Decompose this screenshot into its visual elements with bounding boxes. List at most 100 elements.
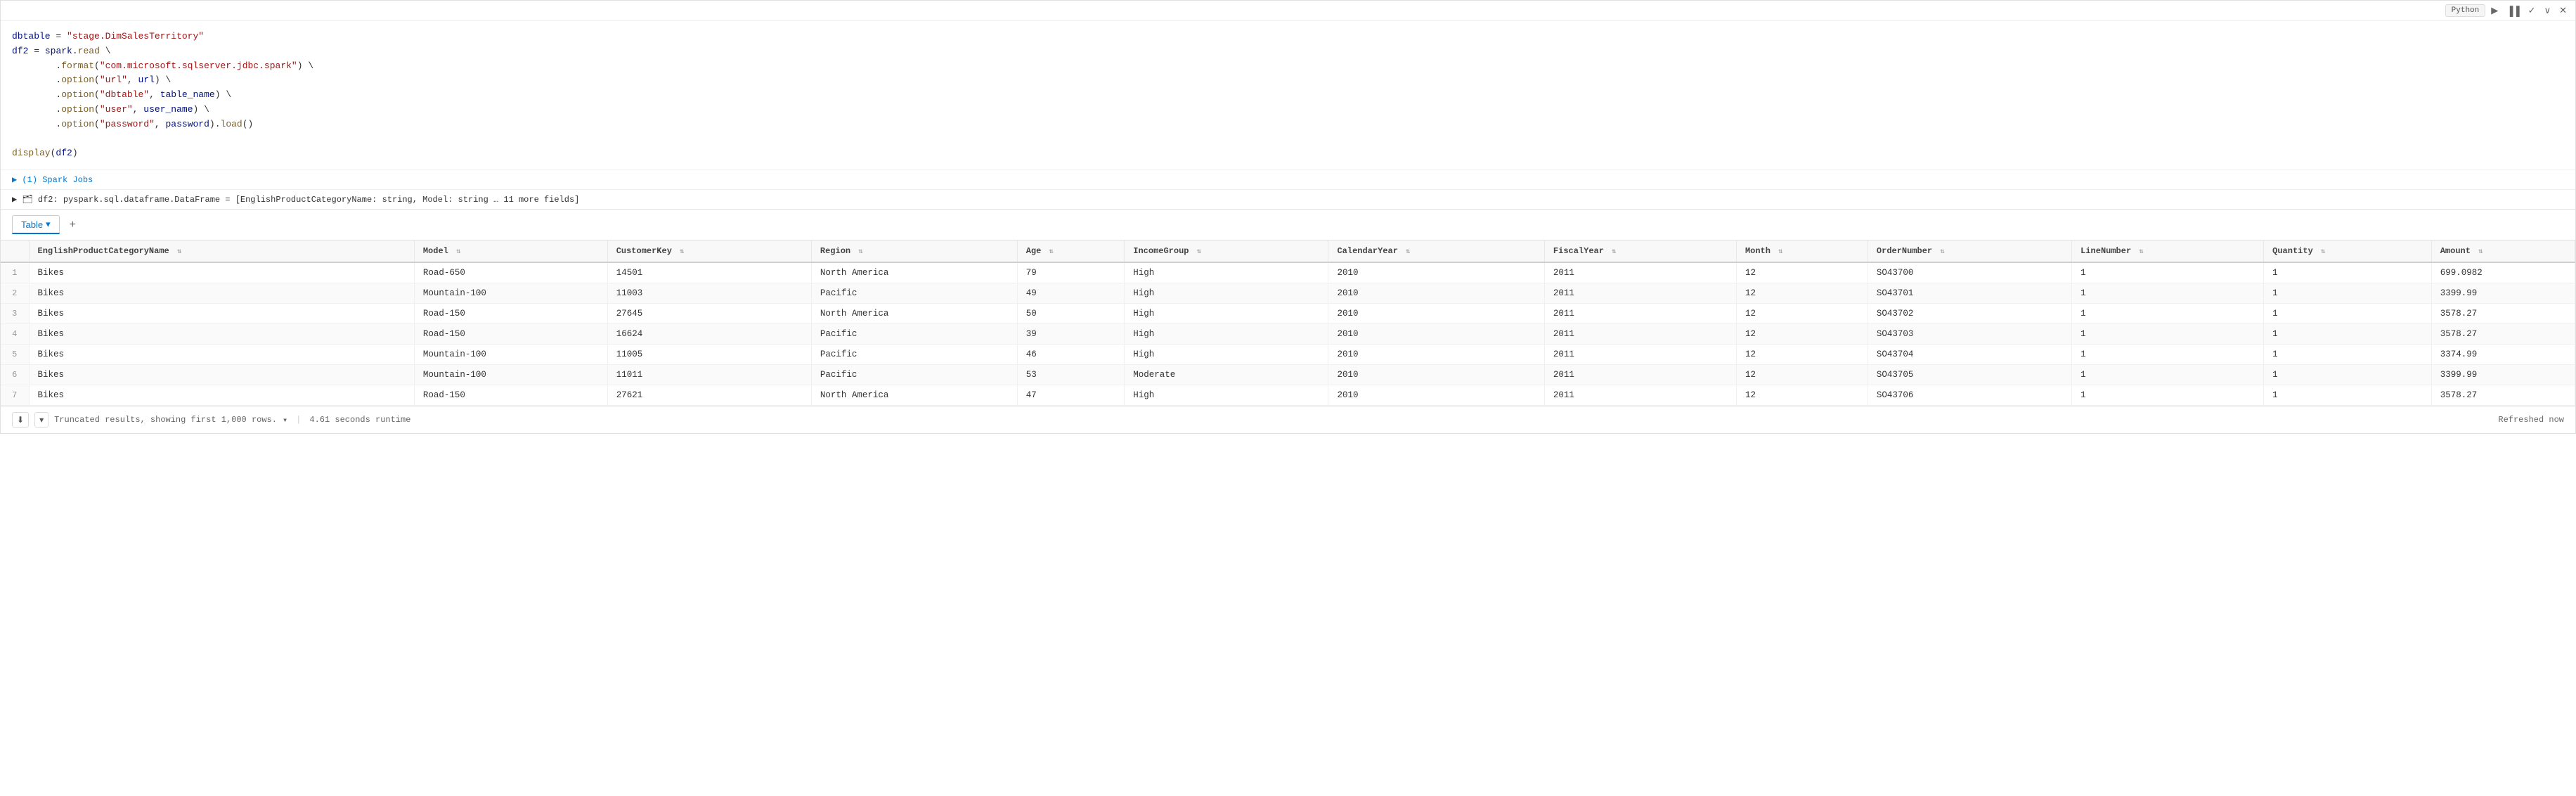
col-header-line-number[interactable]: LineNumber ⇅ [2072, 240, 2264, 262]
col-header-model[interactable]: Model ⇅ [414, 240, 607, 262]
cell-region: Pacific [811, 345, 1017, 365]
cell-fiscalyear: 2011 [1544, 283, 1736, 304]
cell-calendaryear: 2010 [1328, 283, 1544, 304]
cell-region: North America [811, 385, 1017, 406]
expand-button[interactable]: ▾ [34, 412, 48, 428]
table-tab-label: Table [21, 219, 43, 230]
cell-incomegroup: High [1125, 324, 1328, 345]
cell-quantity: 1 [2264, 345, 2432, 365]
run-button[interactable]: ▶ [2488, 4, 2501, 18]
df-info-row[interactable]: ▶ 🗂 df2: pyspark.sql.dataframe.DataFrame… [1, 189, 2575, 209]
cell-customerkey: 16624 [607, 324, 811, 345]
cell-model: Mountain-100 [414, 345, 607, 365]
cell-region: North America [811, 262, 1017, 283]
code-line-6: .option("user", user_name) \ [12, 103, 2564, 117]
cell-age: 47 [1017, 385, 1125, 406]
footer-left: ⬇ ▾ Truncated results, showing first 1,0… [12, 412, 410, 428]
code-line-blank [12, 132, 2564, 147]
cell-calendaryear: 2010 [1328, 262, 1544, 283]
cell-model: Mountain-100 [414, 283, 607, 304]
cell-amount: 3399.99 [2431, 283, 2575, 304]
cell-fiscalyear: 2011 [1544, 345, 1736, 365]
col-header-calendar-year[interactable]: CalendarYear ⇅ [1328, 240, 1544, 262]
cell-amount: 3578.27 [2431, 385, 2575, 406]
cell-calendaryear: 2010 [1328, 345, 1544, 365]
table-row: 7BikesRoad-15027621North America47High20… [1, 385, 2575, 406]
row-number-cell: 2 [1, 283, 29, 304]
cell-amount: 699.0982 [2431, 262, 2575, 283]
col-header-fiscal-year[interactable]: FiscalYear ⇅ [1544, 240, 1736, 262]
code-line-5: .option("dbtable", table_name) \ [12, 88, 2564, 103]
footer-right: Refreshed now [2498, 415, 2564, 425]
cell-incomegroup: High [1125, 262, 1328, 283]
row-number-cell: 5 [1, 345, 29, 365]
cell-ordernumber: SO43704 [1868, 345, 2071, 365]
cell-incomegroup: High [1125, 283, 1328, 304]
table-row: 4BikesRoad-15016624Pacific39High20102011… [1, 324, 2575, 345]
code-line-7: .option("password", password).load() [12, 117, 2564, 132]
col-header-income-group[interactable]: IncomeGroup ⇅ [1125, 240, 1328, 262]
cell-incomegroup: High [1125, 385, 1328, 406]
cell-age: 50 [1017, 304, 1125, 324]
cell-englishproductcategoryname: Bikes [29, 283, 414, 304]
cell-model: Road-150 [414, 324, 607, 345]
cell-englishproductcategoryname: Bikes [29, 262, 414, 283]
code-line-1: dbtable = "stage.DimSalesTerritory" [12, 30, 2564, 44]
cell-month: 12 [1736, 324, 1868, 345]
cell-ordernumber: SO43705 [1868, 365, 2071, 385]
cell-quantity: 1 [2264, 304, 2432, 324]
table-tab[interactable]: Table ▾ [12, 215, 60, 234]
cell-linenumber: 1 [2072, 385, 2264, 406]
close-button[interactable]: ✕ [2556, 4, 2570, 18]
row-number-cell: 7 [1, 385, 29, 406]
col-header-english-product-category-name[interactable]: EnglishProductCategoryName ⇅ [29, 240, 414, 262]
code-line-display: display(df2) [12, 146, 2564, 161]
cell-linenumber: 1 [2072, 345, 2264, 365]
cell-month: 12 [1736, 385, 1868, 406]
refreshed-text: Refreshed now [2498, 415, 2564, 425]
table-row: 5BikesMountain-10011005Pacific46High2010… [1, 345, 2575, 365]
cell-customerkey: 14501 [607, 262, 811, 283]
cell-customerkey: 11005 [607, 345, 811, 365]
code-editor[interactable]: dbtable = "stage.DimSalesTerritory" df2 … [1, 21, 2575, 169]
col-header-month[interactable]: Month ⇅ [1736, 240, 1868, 262]
add-tab-button[interactable]: + [65, 217, 80, 233]
footer-bar: ⬇ ▾ Truncated results, showing first 1,0… [1, 406, 2575, 433]
col-header-region[interactable]: Region ⇅ [811, 240, 1017, 262]
col-header-age[interactable]: Age ⇅ [1017, 240, 1125, 262]
cell-month: 12 [1736, 304, 1868, 324]
download-button[interactable]: ⬇ [12, 412, 29, 428]
code-line-2: df2 = spark.read \ [12, 44, 2564, 59]
cell-englishproductcategoryname: Bikes [29, 385, 414, 406]
col-header-quantity[interactable]: Quantity ⇅ [2264, 240, 2432, 262]
cell-model: Road-650 [414, 262, 607, 283]
truncated-results-text: Truncated results, showing first 1,000 r… [54, 415, 277, 425]
check-button[interactable]: ✓ [2525, 4, 2539, 18]
col-header-amount[interactable]: Amount ⇅ [2431, 240, 2575, 262]
cell-englishproductcategoryname: Bikes [29, 345, 414, 365]
code-line-4: .option("url", url) \ [12, 73, 2564, 88]
data-table: EnglishProductCategoryName ⇅ Model ⇅ Cus… [1, 240, 2575, 406]
col-header-customer-key[interactable]: CustomerKey ⇅ [607, 240, 811, 262]
spark-jobs-row[interactable]: ▶ (1) Spark Jobs [1, 169, 2575, 189]
cell-quantity: 1 [2264, 365, 2432, 385]
cell-incomegroup: Moderate [1125, 365, 1328, 385]
df-info-label: ▶ 🗂 df2: pyspark.sql.dataframe.DataFrame… [12, 194, 579, 205]
footer-chevron: ▾ [283, 415, 287, 425]
cell-model: Mountain-100 [414, 365, 607, 385]
row-number-cell: 3 [1, 304, 29, 324]
cell-englishproductcategoryname: Bikes [29, 304, 414, 324]
cell-age: 49 [1017, 283, 1125, 304]
row-number-cell: 6 [1, 365, 29, 385]
cell-incomegroup: High [1125, 345, 1328, 365]
chevron-button[interactable]: ∨ [2542, 4, 2554, 18]
cell-fiscalyear: 2011 [1544, 365, 1736, 385]
col-header-order-number[interactable]: OrderNumber ⇅ [1868, 240, 2071, 262]
cell-amount: 3399.99 [2431, 365, 2575, 385]
row-number-cell: 4 [1, 324, 29, 345]
cell-englishproductcategoryname: Bikes [29, 365, 414, 385]
cell-month: 12 [1736, 345, 1868, 365]
table-row: 6BikesMountain-10011011Pacific53Moderate… [1, 365, 2575, 385]
runtime-text: 4.61 seconds runtime [309, 415, 410, 425]
bar-chart-button[interactable]: ▐▐ [2504, 4, 2522, 18]
